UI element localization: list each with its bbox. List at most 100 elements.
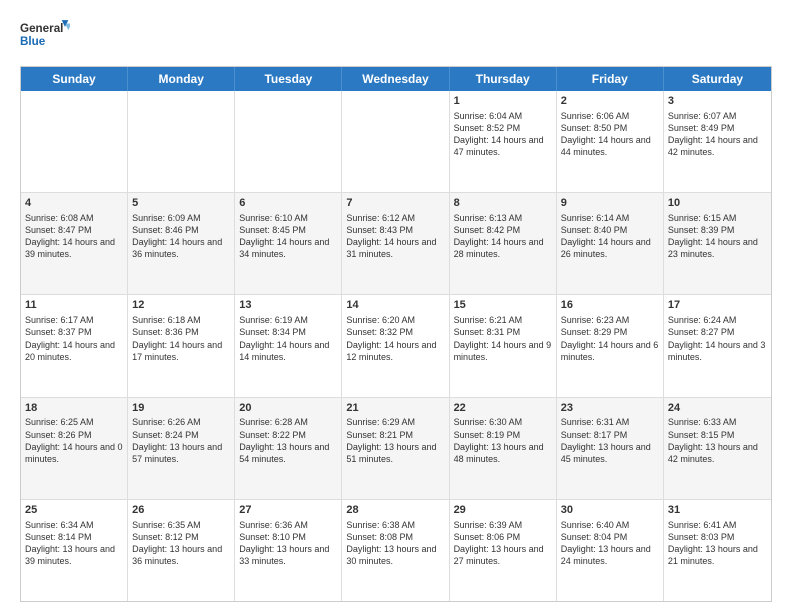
day-info: Sunrise: 6:19 AM Sunset: 8:34 PM Dayligh… (239, 314, 337, 363)
calendar-cell: 31Sunrise: 6:41 AM Sunset: 8:03 PM Dayli… (664, 500, 771, 601)
calendar-cell: 16Sunrise: 6:23 AM Sunset: 8:29 PM Dayli… (557, 295, 664, 396)
day-info: Sunrise: 6:39 AM Sunset: 8:06 PM Dayligh… (454, 519, 552, 568)
calendar-cell: 2Sunrise: 6:06 AM Sunset: 8:50 PM Daylig… (557, 91, 664, 192)
day-info: Sunrise: 6:20 AM Sunset: 8:32 PM Dayligh… (346, 314, 444, 363)
day-number: 4 (25, 196, 123, 211)
day-number: 16 (561, 298, 659, 313)
calendar: SundayMondayTuesdayWednesdayThursdayFrid… (20, 66, 772, 602)
day-info: Sunrise: 6:12 AM Sunset: 8:43 PM Dayligh… (346, 212, 444, 261)
calendar-cell: 9Sunrise: 6:14 AM Sunset: 8:40 PM Daylig… (557, 193, 664, 294)
svg-text:Blue: Blue (20, 35, 46, 48)
day-info: Sunrise: 6:06 AM Sunset: 8:50 PM Dayligh… (561, 110, 659, 159)
day-info: Sunrise: 6:24 AM Sunset: 8:27 PM Dayligh… (668, 314, 767, 363)
calendar-cell: 20Sunrise: 6:28 AM Sunset: 8:22 PM Dayli… (235, 398, 342, 499)
weekday-header: Thursday (450, 67, 557, 91)
calendar-cell: 14Sunrise: 6:20 AM Sunset: 8:32 PM Dayli… (342, 295, 449, 396)
logo-svg: General Blue (20, 16, 70, 56)
day-number: 12 (132, 298, 230, 313)
day-number: 30 (561, 503, 659, 518)
day-number: 9 (561, 196, 659, 211)
calendar-row: 18Sunrise: 6:25 AM Sunset: 8:26 PM Dayli… (21, 398, 771, 500)
day-number: 22 (454, 401, 552, 416)
day-number: 8 (454, 196, 552, 211)
calendar-cell: 21Sunrise: 6:29 AM Sunset: 8:21 PM Dayli… (342, 398, 449, 499)
day-number: 10 (668, 196, 767, 211)
day-number: 26 (132, 503, 230, 518)
calendar-header: SundayMondayTuesdayWednesdayThursdayFrid… (21, 67, 771, 91)
day-number: 29 (454, 503, 552, 518)
calendar-cell: 8Sunrise: 6:13 AM Sunset: 8:42 PM Daylig… (450, 193, 557, 294)
calendar-cell: 29Sunrise: 6:39 AM Sunset: 8:06 PM Dayli… (450, 500, 557, 601)
day-number: 17 (668, 298, 767, 313)
day-info: Sunrise: 6:36 AM Sunset: 8:10 PM Dayligh… (239, 519, 337, 568)
calendar-cell: 5Sunrise: 6:09 AM Sunset: 8:46 PM Daylig… (128, 193, 235, 294)
day-number: 14 (346, 298, 444, 313)
day-number: 5 (132, 196, 230, 211)
weekday-header: Wednesday (342, 67, 449, 91)
calendar-cell (342, 91, 449, 192)
calendar-cell: 4Sunrise: 6:08 AM Sunset: 8:47 PM Daylig… (21, 193, 128, 294)
day-number: 27 (239, 503, 337, 518)
weekday-header: Friday (557, 67, 664, 91)
day-number: 15 (454, 298, 552, 313)
day-info: Sunrise: 6:26 AM Sunset: 8:24 PM Dayligh… (132, 416, 230, 465)
calendar-cell (21, 91, 128, 192)
day-info: Sunrise: 6:09 AM Sunset: 8:46 PM Dayligh… (132, 212, 230, 261)
calendar-row: 4Sunrise: 6:08 AM Sunset: 8:47 PM Daylig… (21, 193, 771, 295)
day-info: Sunrise: 6:29 AM Sunset: 8:21 PM Dayligh… (346, 416, 444, 465)
day-info: Sunrise: 6:38 AM Sunset: 8:08 PM Dayligh… (346, 519, 444, 568)
day-number: 28 (346, 503, 444, 518)
day-info: Sunrise: 6:04 AM Sunset: 8:52 PM Dayligh… (454, 110, 552, 159)
day-info: Sunrise: 6:17 AM Sunset: 8:37 PM Dayligh… (25, 314, 123, 363)
day-info: Sunrise: 6:15 AM Sunset: 8:39 PM Dayligh… (668, 212, 767, 261)
calendar-cell: 11Sunrise: 6:17 AM Sunset: 8:37 PM Dayli… (21, 295, 128, 396)
calendar-cell: 17Sunrise: 6:24 AM Sunset: 8:27 PM Dayli… (664, 295, 771, 396)
calendar-cell: 25Sunrise: 6:34 AM Sunset: 8:14 PM Dayli… (21, 500, 128, 601)
day-number: 31 (668, 503, 767, 518)
calendar-cell: 12Sunrise: 6:18 AM Sunset: 8:36 PM Dayli… (128, 295, 235, 396)
day-number: 1 (454, 94, 552, 109)
day-number: 6 (239, 196, 337, 211)
calendar-cell: 6Sunrise: 6:10 AM Sunset: 8:45 PM Daylig… (235, 193, 342, 294)
calendar-cell: 24Sunrise: 6:33 AM Sunset: 8:15 PM Dayli… (664, 398, 771, 499)
day-number: 18 (25, 401, 123, 416)
page: General Blue SundayMondayTuesdayWednesda… (0, 0, 792, 612)
day-info: Sunrise: 6:34 AM Sunset: 8:14 PM Dayligh… (25, 519, 123, 568)
calendar-cell: 15Sunrise: 6:21 AM Sunset: 8:31 PM Dayli… (450, 295, 557, 396)
day-info: Sunrise: 6:18 AM Sunset: 8:36 PM Dayligh… (132, 314, 230, 363)
day-info: Sunrise: 6:41 AM Sunset: 8:03 PM Dayligh… (668, 519, 767, 568)
calendar-cell: 30Sunrise: 6:40 AM Sunset: 8:04 PM Dayli… (557, 500, 664, 601)
calendar-cell: 27Sunrise: 6:36 AM Sunset: 8:10 PM Dayli… (235, 500, 342, 601)
calendar-row: 25Sunrise: 6:34 AM Sunset: 8:14 PM Dayli… (21, 500, 771, 601)
day-number: 24 (668, 401, 767, 416)
day-info: Sunrise: 6:14 AM Sunset: 8:40 PM Dayligh… (561, 212, 659, 261)
day-info: Sunrise: 6:30 AM Sunset: 8:19 PM Dayligh… (454, 416, 552, 465)
weekday-header: Monday (128, 67, 235, 91)
logo: General Blue (20, 16, 70, 56)
calendar-cell: 10Sunrise: 6:15 AM Sunset: 8:39 PM Dayli… (664, 193, 771, 294)
weekday-header: Tuesday (235, 67, 342, 91)
svg-text:General: General (20, 22, 63, 35)
day-info: Sunrise: 6:13 AM Sunset: 8:42 PM Dayligh… (454, 212, 552, 261)
calendar-cell: 3Sunrise: 6:07 AM Sunset: 8:49 PM Daylig… (664, 91, 771, 192)
calendar-row: 11Sunrise: 6:17 AM Sunset: 8:37 PM Dayli… (21, 295, 771, 397)
calendar-cell: 18Sunrise: 6:25 AM Sunset: 8:26 PM Dayli… (21, 398, 128, 499)
calendar-row: 1Sunrise: 6:04 AM Sunset: 8:52 PM Daylig… (21, 91, 771, 193)
calendar-cell: 22Sunrise: 6:30 AM Sunset: 8:19 PM Dayli… (450, 398, 557, 499)
day-info: Sunrise: 6:10 AM Sunset: 8:45 PM Dayligh… (239, 212, 337, 261)
day-info: Sunrise: 6:21 AM Sunset: 8:31 PM Dayligh… (454, 314, 552, 363)
calendar-cell (235, 91, 342, 192)
calendar-cell: 23Sunrise: 6:31 AM Sunset: 8:17 PM Dayli… (557, 398, 664, 499)
day-number: 25 (25, 503, 123, 518)
day-number: 21 (346, 401, 444, 416)
day-info: Sunrise: 6:25 AM Sunset: 8:26 PM Dayligh… (25, 416, 123, 465)
header: General Blue (20, 16, 772, 56)
day-number: 3 (668, 94, 767, 109)
calendar-cell: 7Sunrise: 6:12 AM Sunset: 8:43 PM Daylig… (342, 193, 449, 294)
weekday-header: Saturday (664, 67, 771, 91)
day-info: Sunrise: 6:08 AM Sunset: 8:47 PM Dayligh… (25, 212, 123, 261)
calendar-cell: 13Sunrise: 6:19 AM Sunset: 8:34 PM Dayli… (235, 295, 342, 396)
day-number: 2 (561, 94, 659, 109)
day-info: Sunrise: 6:33 AM Sunset: 8:15 PM Dayligh… (668, 416, 767, 465)
calendar-body: 1Sunrise: 6:04 AM Sunset: 8:52 PM Daylig… (21, 91, 771, 601)
